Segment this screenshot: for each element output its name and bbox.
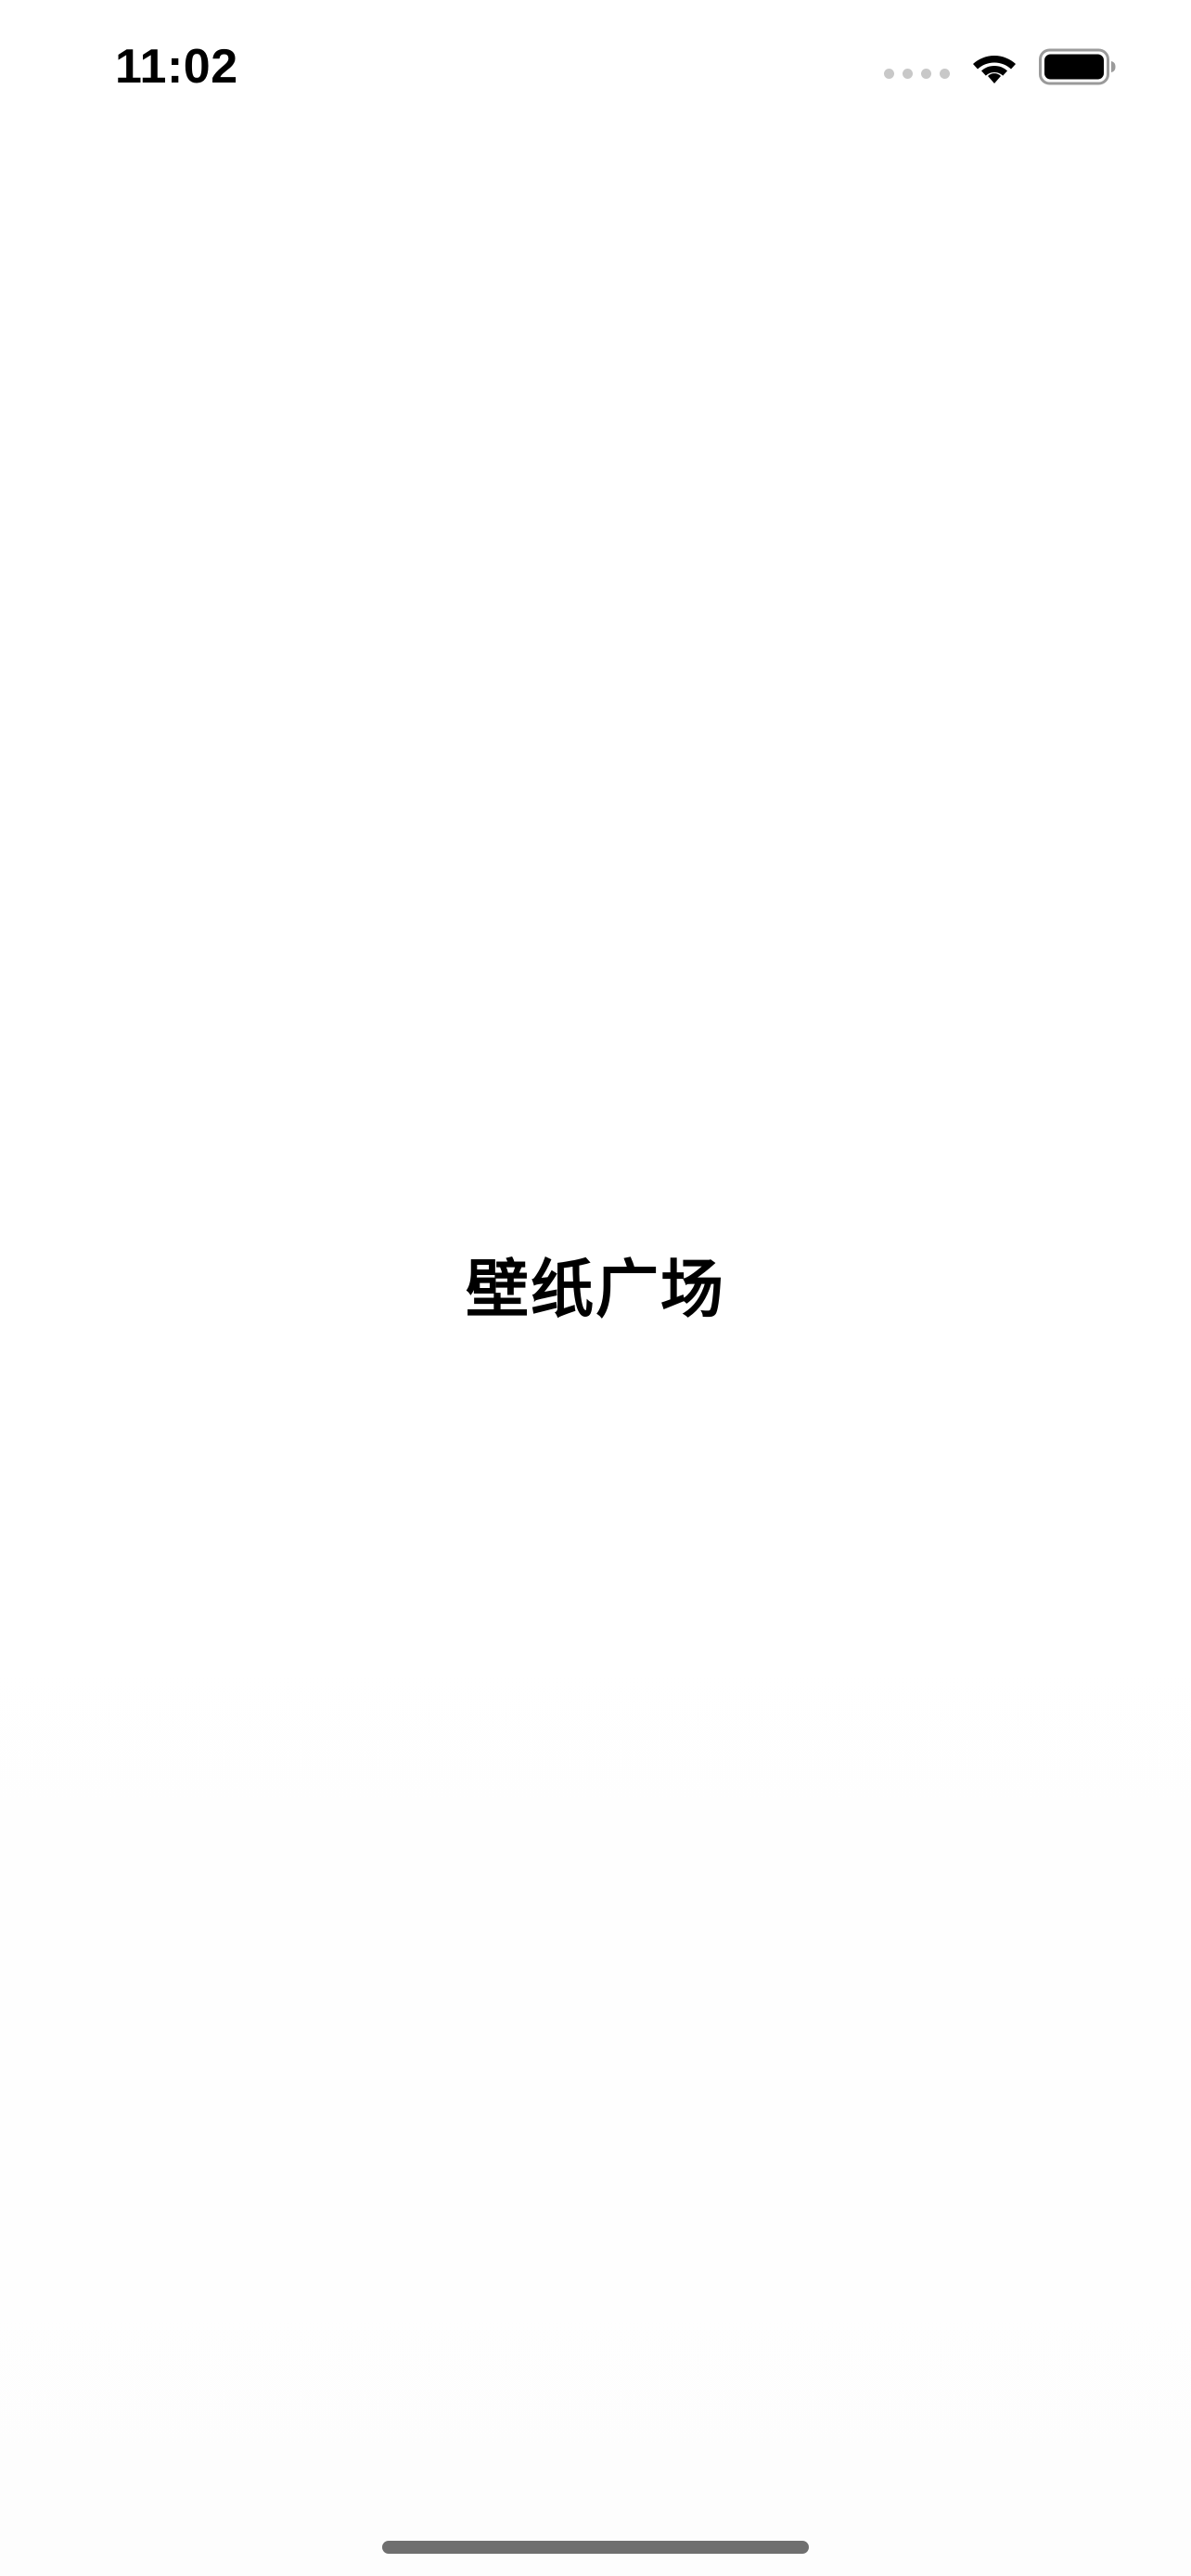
cellular-signal-icon	[884, 68, 950, 79]
wifi-icon	[970, 48, 1018, 85]
status-bar: 11:02	[0, 0, 1191, 139]
home-indicator[interactable]	[382, 2541, 809, 2554]
app-screen: 11:02 壁纸广场	[0, 0, 1191, 2576]
battery-icon	[1039, 48, 1117, 85]
status-time: 11:02	[115, 40, 238, 94]
status-icons	[884, 45, 1117, 89]
page-title: 壁纸广场	[465, 1254, 725, 1327]
